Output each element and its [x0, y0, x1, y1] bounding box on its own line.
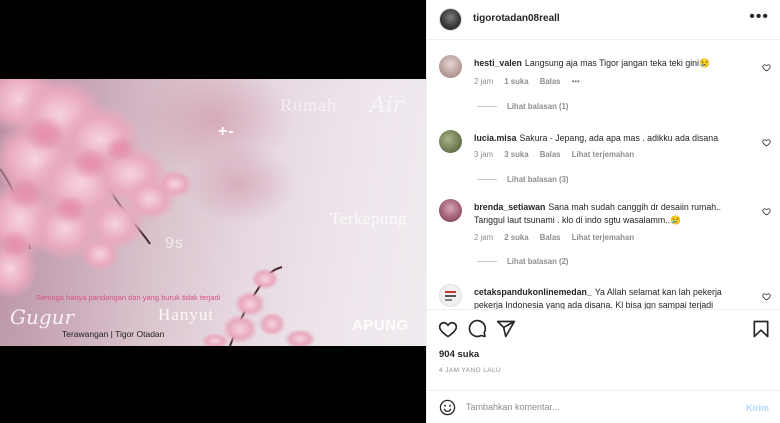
comment-meta: 2 jam 1 suka Balas ••• — [474, 77, 589, 86]
view-replies-button[interactable]: Lihat balasan (2) — [477, 257, 569, 266]
overlay-credit: Terawangan | Tigor Otadan — [62, 329, 165, 339]
overlay-word-terkepung: Terkepung — [330, 209, 407, 228]
heart-icon[interactable] — [762, 63, 771, 72]
overlay-word-gugur: Gugur — [10, 305, 75, 329]
comment-meta: 3 jam 3 suka Balas Lihat terjemahan — [474, 150, 643, 159]
commenter-username[interactable]: lucia.misa — [474, 133, 517, 143]
post-comment-button[interactable]: Kirim — [746, 403, 769, 413]
replies-line — [477, 179, 497, 181]
reply-button[interactable]: Balas — [540, 150, 561, 159]
comment-time: 2 jam — [474, 77, 494, 86]
overlay-word-rumah: Rumah — [280, 95, 337, 115]
comment-input[interactable] — [466, 398, 716, 416]
store-logo-icon — [445, 291, 456, 301]
post-detail-panel: tigorotadan08reall ••• hesti_valen Langsu… — [426, 0, 780, 423]
author-avatar[interactable] — [439, 8, 462, 31]
replies-line — [477, 106, 497, 108]
bookmark-icon[interactable] — [751, 319, 771, 339]
comment-text: Sakura - Jepang, ada apa mas . adikku ad… — [519, 133, 719, 143]
overlay-caption-semoga: Semoga hanya pandangan dan yang buruk ti… — [36, 293, 221, 302]
overlay-word-air: Air — [370, 93, 404, 118]
heart-icon[interactable] — [438, 319, 458, 339]
post-action-bar — [427, 309, 780, 349]
share-icon[interactable] — [496, 319, 516, 339]
reply-button[interactable]: Balas — [540, 77, 561, 86]
commenter-avatar[interactable] — [439, 55, 462, 78]
comments-list[interactable]: hesti_valen Langsung aja mas Tigor jangan… — [427, 41, 780, 309]
comment-time: 3 jam — [474, 150, 494, 159]
likes-count[interactable]: 904 suka — [439, 349, 479, 360]
overlay-word-hanyut: Hanyut — [158, 305, 215, 324]
comment-likes[interactable]: 2 suka — [504, 233, 528, 242]
heart-icon[interactable] — [762, 207, 771, 216]
comment-text: Langsung aja mas Tigor jangan teka teki … — [524, 58, 710, 68]
author-username[interactable]: tigorotadan08reall — [473, 13, 560, 24]
overlay-word-9s: 9s — [165, 235, 184, 252]
heart-icon[interactable] — [762, 292, 771, 301]
more-horizontal-icon[interactable]: ••• — [749, 8, 769, 26]
comment-options-button[interactable]: ••• — [572, 77, 580, 86]
view-replies-button[interactable]: Lihat balasan (3) — [477, 175, 569, 184]
post-media: Rumah Air +- Terkepung 9s Semoga hanya p… — [0, 0, 426, 423]
comment-meta: 2 jam 2 suka Balas Lihat terjemahan — [474, 233, 643, 242]
comment-time: 2 jam — [474, 233, 494, 242]
comment-icon[interactable] — [467, 319, 487, 339]
view-replies-button[interactable]: Lihat balasan (1) — [477, 102, 569, 111]
overlay-plus-minus: +- — [218, 123, 235, 140]
commenter-avatar[interactable] — [439, 199, 462, 222]
comment-likes[interactable]: 1 suka — [504, 77, 528, 86]
commenter-username[interactable]: brenda_setiawan — [474, 202, 545, 212]
see-translation-button[interactable]: Lihat terjemahan — [572, 150, 634, 159]
commenter-avatar[interactable] — [439, 284, 462, 307]
emoji-icon[interactable] — [439, 399, 456, 416]
see-translation-button[interactable]: Lihat terjemahan — [572, 233, 634, 242]
commenter-username[interactable]: cetakspandukonlinemedan_ — [474, 287, 592, 297]
post-image[interactable]: Rumah Air +- Terkepung 9s Semoga hanya p… — [0, 79, 426, 346]
post-time[interactable]: 4 JAM YANG LALU — [439, 367, 501, 374]
add-comment-bar: Kirim — [427, 390, 780, 423]
post-header: tigorotadan08reall ••• — [427, 0, 780, 40]
overlay-word-apung: APUNG — [352, 317, 409, 334]
commenter-avatar[interactable] — [439, 130, 462, 153]
reply-button[interactable]: Balas — [540, 233, 561, 242]
replies-line — [477, 261, 497, 263]
heart-icon[interactable] — [762, 138, 771, 147]
commenter-username[interactable]: hesti_valen — [474, 58, 522, 68]
comment-likes[interactable]: 3 suka — [504, 150, 528, 159]
